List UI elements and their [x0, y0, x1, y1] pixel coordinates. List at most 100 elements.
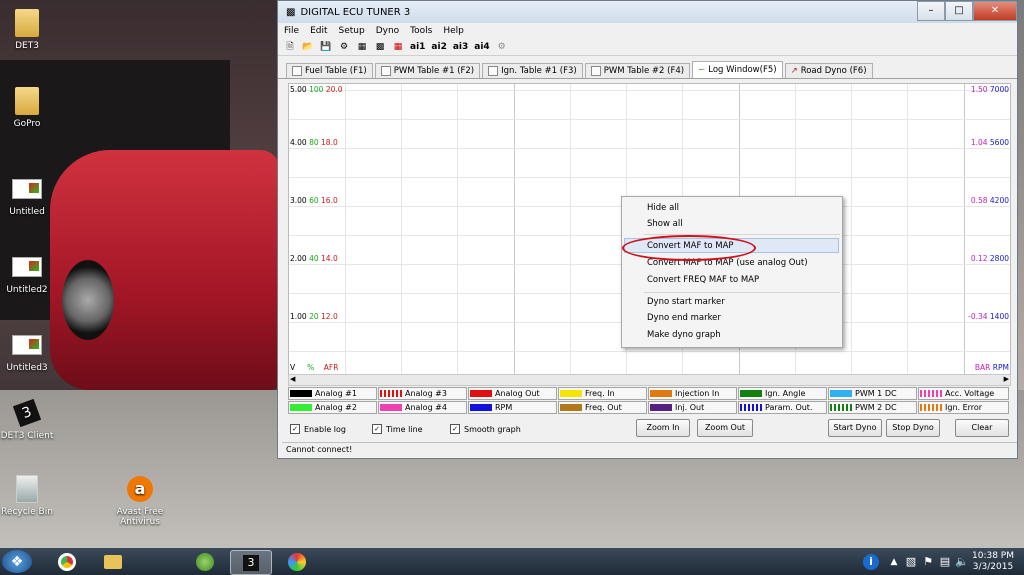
menu-file[interactable]: File — [284, 26, 299, 36]
legend-item[interactable]: Param. Out. — [738, 401, 827, 414]
desktop-icon-untitled2[interactable]: Untitled2 — [0, 252, 62, 295]
explorer-taskbar-icon[interactable] — [93, 550, 133, 573]
clock[interactable]: 10:38 PM 3/3/2015 — [972, 551, 1014, 573]
menu-item-show-all[interactable]: Show all — [647, 219, 683, 229]
menu-help[interactable]: Help — [443, 26, 464, 36]
desktop-icon-recycle-bin[interactable]: Recycle Bin — [0, 474, 62, 517]
info-tray-icon[interactable]: i — [860, 550, 882, 573]
desktop-icon-gopro[interactable]: GoPro — [0, 86, 62, 129]
volume-tray-icon[interactable]: 🔈 — [954, 550, 970, 573]
swatch — [380, 390, 402, 397]
legend-item[interactable]: Analog #3 — [378, 387, 467, 400]
desktop-icon-det3-client[interactable]: 3 DET3 Client — [0, 398, 62, 441]
settings-icon[interactable]: ⚙ — [496, 41, 508, 53]
legend-item[interactable]: Analog #2 — [288, 401, 377, 414]
minimize-button[interactable]: – — [917, 1, 945, 21]
stop-dyno-button[interactable]: Stop Dyno — [886, 419, 940, 437]
legend-item[interactable]: Injection In — [648, 387, 737, 400]
close-button[interactable]: ✕ — [973, 1, 1017, 21]
legend-item[interactable]: Ign. Angle — [738, 387, 827, 400]
tab-road-dyno[interactable]: ↗ Road Dyno (F6) — [784, 63, 873, 78]
menu-item-dyno-end-marker[interactable]: Dyno end marker — [647, 313, 721, 323]
start-button[interactable]: ❖ — [2, 550, 32, 573]
network-tray-icon[interactable]: ▤ — [937, 550, 953, 573]
gridline-v — [851, 84, 852, 374]
tab-ign-table-1[interactable]: Ign. Table #1 (F3) — [482, 63, 583, 78]
swatch — [290, 390, 312, 397]
log-graph-icon: ∽ — [698, 65, 706, 75]
right-axis-row: 0.12 2800 — [970, 254, 1009, 263]
avast-icon: a — [125, 474, 155, 504]
menu-item-hide-all[interactable]: Hide all — [647, 203, 679, 213]
table-icon — [380, 66, 391, 76]
open-folder-icon[interactable]: 📂 — [302, 41, 314, 53]
time-line-checkbox[interactable]: ✓ Time line — [372, 424, 423, 434]
paint-taskbar-icon[interactable] — [277, 550, 317, 573]
taskbar: ❖ 3 i ▲ ▧ ⚑ ▤ 🔈 10:38 PM 3/3/2015 — [0, 548, 1024, 575]
legend-item[interactable]: Analog #4 — [378, 401, 467, 414]
start-dyno-button[interactable]: Start Dyno — [828, 419, 882, 437]
table-icon[interactable]: ▩ — [374, 41, 386, 53]
ai2-button[interactable]: ai2 — [431, 41, 446, 53]
checkbox-box[interactable]: ✓ — [450, 424, 460, 434]
desktop-icon-untitled3[interactable]: Untitled3 — [0, 330, 62, 373]
swatch — [830, 404, 852, 411]
scroll-left-icon[interactable]: ◀ — [290, 375, 295, 383]
ai3-button[interactable]: ai3 — [453, 41, 468, 53]
zoom-out-button[interactable]: Zoom Out — [697, 419, 753, 437]
maximize-button[interactable]: □ — [945, 1, 973, 21]
swatch — [560, 404, 582, 411]
graph-scrollbar[interactable]: ◀ ▶ — [288, 374, 1011, 386]
device-tray-icon[interactable]: ▧ — [903, 550, 919, 573]
legend-item[interactable]: Inj. Out — [648, 401, 737, 414]
save-icon[interactable]: 💾 — [320, 41, 332, 53]
clear-button[interactable]: Clear — [955, 419, 1009, 437]
scroll-right-icon[interactable]: ▶ — [1004, 375, 1009, 383]
smooth-graph-checkbox[interactable]: ✓ Smooth graph — [450, 424, 521, 434]
status-bar: Cannot connect! — [282, 442, 1017, 457]
legend-item[interactable]: Ign. Error — [918, 401, 1009, 414]
flag-tray-icon[interactable]: ⚑ — [920, 550, 936, 573]
zoom-in-button[interactable]: Zoom In — [636, 419, 690, 437]
tab-fuel-table[interactable]: Fuel Table (F1) — [286, 63, 373, 78]
desktop-icon-untitled[interactable]: Untitled — [0, 174, 62, 217]
tray-expand-icon[interactable]: ▲ — [886, 550, 902, 573]
legend-item[interactable]: Freq. In — [558, 387, 647, 400]
desktop-icon-avast[interactable]: a Avast Free Antivirus — [105, 474, 175, 527]
right-axis-row: 1.50 7000 — [970, 85, 1009, 94]
grid-icon[interactable]: ▦ — [356, 41, 368, 53]
tab-log-window[interactable]: ∽ Log Window(F5) — [692, 61, 783, 78]
legend-item[interactable]: RPM — [468, 401, 557, 414]
ai1-button[interactable]: ai1 — [410, 41, 425, 53]
legend-item[interactable]: Analog #1 — [288, 387, 377, 400]
legend-item[interactable]: Acc. Voltage — [918, 387, 1009, 400]
checkbox-box[interactable]: ✓ — [290, 424, 300, 434]
checkbox-box[interactable]: ✓ — [372, 424, 382, 434]
red-grid-icon[interactable]: ▦ — [392, 41, 404, 53]
det3-taskbar-icon[interactable]: 3 — [230, 550, 272, 575]
menu-setup[interactable]: Setup — [339, 26, 365, 36]
right-axis-row: 0.58 4200 — [970, 196, 1009, 205]
tool-icon[interactable]: ⚙ — [338, 41, 350, 53]
tab-pwm-table-2[interactable]: PWM Table #2 (F4) — [584, 63, 691, 78]
enable-log-checkbox[interactable]: ✓ Enable log — [290, 424, 346, 434]
right-axis-row: -0.34 1400 — [968, 312, 1009, 321]
window-title: DIGITAL ECU TUNER 3 — [300, 6, 411, 18]
menu-dyno[interactable]: Dyno — [376, 26, 399, 36]
legend-item[interactable]: PWM 2 DC — [828, 401, 917, 414]
chrome-taskbar-icon[interactable] — [47, 550, 87, 573]
new-file-icon[interactable]: 🗎 — [284, 41, 296, 53]
tab-pwm-table-1[interactable]: PWM Table #1 (F2) — [374, 63, 481, 78]
menu-tools[interactable]: Tools — [410, 26, 432, 36]
media-player-taskbar-icon[interactable] — [185, 550, 225, 573]
desktop-icon-det3[interactable]: DET3 — [0, 8, 62, 51]
menu-item-dyno-start-marker[interactable]: Dyno start marker — [647, 297, 725, 307]
legend-item[interactable]: PWM 1 DC — [828, 387, 917, 400]
legend-item[interactable]: Freq. Out — [558, 401, 647, 414]
menu-edit[interactable]: Edit — [310, 26, 327, 36]
legend-item[interactable]: Analog Out — [468, 387, 557, 400]
ai4-button[interactable]: ai4 — [474, 41, 489, 53]
menu-item-convert-freq-maf-to-map[interactable]: Convert FREQ MAF to MAP — [647, 275, 759, 285]
right-axis-units: BAR RPM — [974, 363, 1009, 372]
menu-item-make-dyno-graph[interactable]: Make dyno graph — [647, 330, 721, 340]
